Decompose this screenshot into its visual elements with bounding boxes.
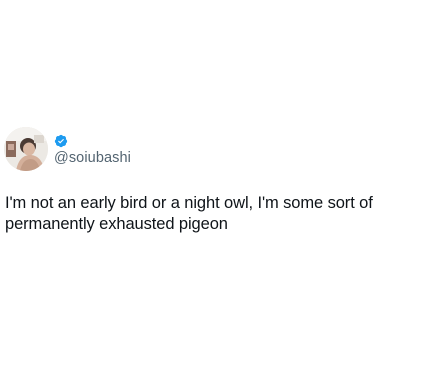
- tweet-card: @soiubashi I'm not an early bird or a ni…: [0, 0, 424, 370]
- avatar[interactable]: [4, 127, 48, 171]
- user-handle[interactable]: @soiubashi: [54, 150, 131, 166]
- verified-badge-icon: [54, 134, 68, 148]
- tweet-text: I'm not an early bird or a night owl, I'…: [5, 194, 373, 233]
- avatar-photo-icon: [4, 127, 48, 171]
- name-row: [54, 133, 68, 149]
